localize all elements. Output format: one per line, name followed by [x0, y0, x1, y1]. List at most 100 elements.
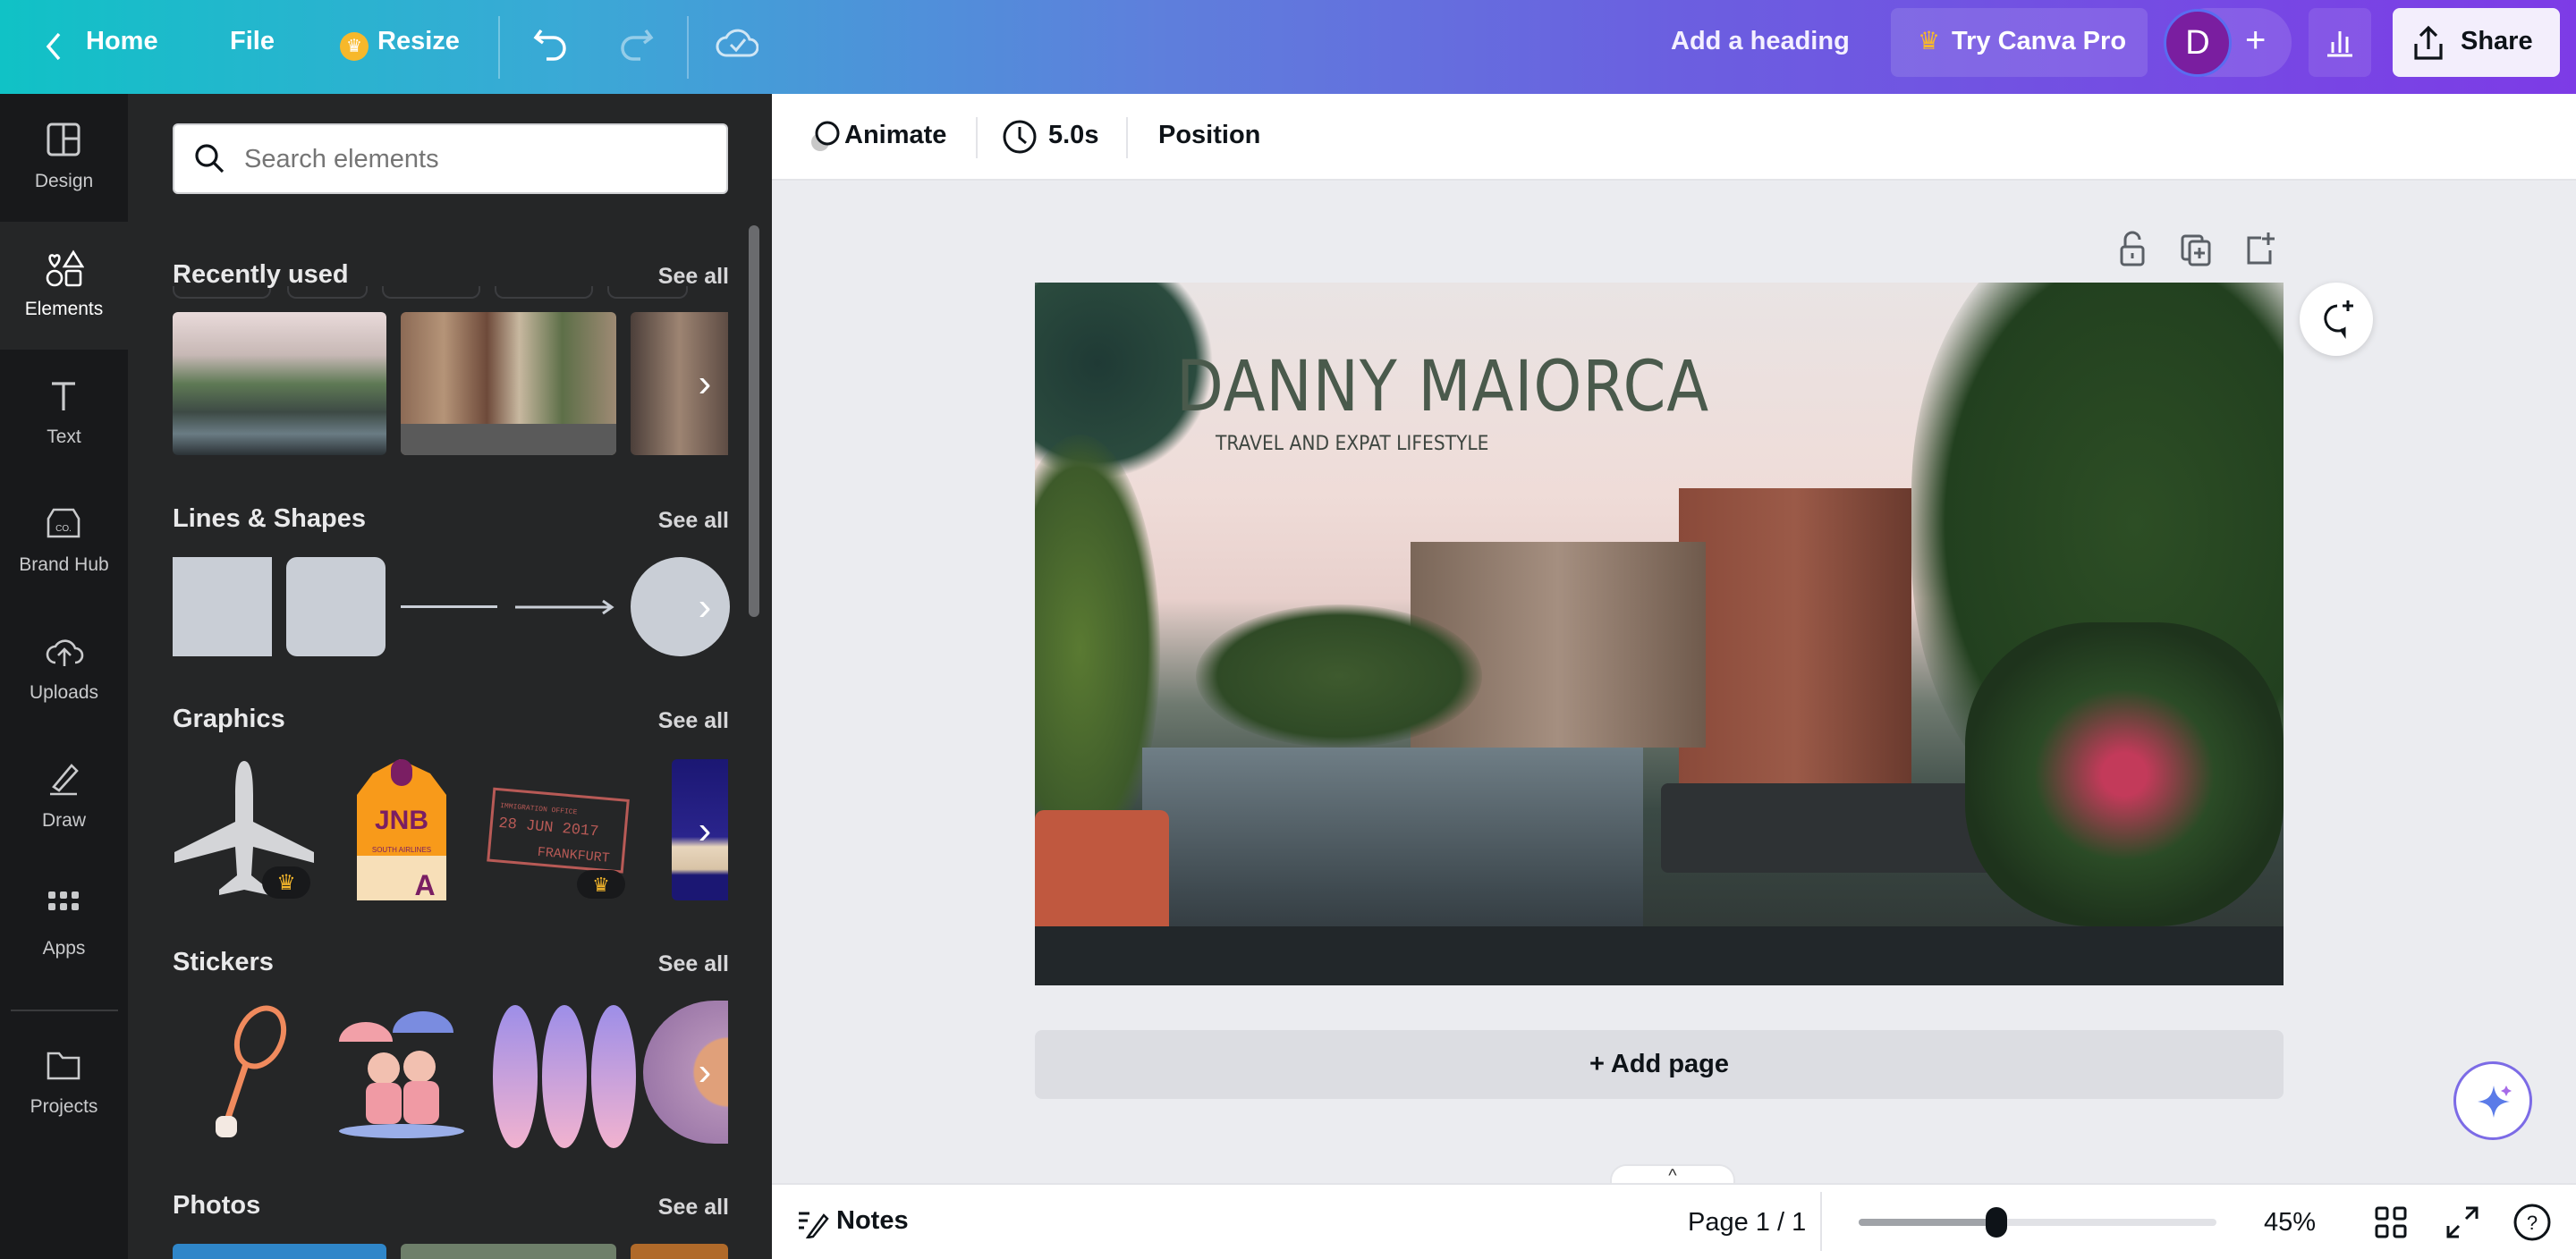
svg-text:?: ? — [2527, 1212, 2538, 1234]
see-all-stickers[interactable]: See all — [658, 951, 729, 977]
upload-icon — [2414, 25, 2443, 60]
rail-item-apps[interactable]: Apps — [0, 861, 128, 989]
shapes-icon — [46, 249, 84, 287]
position-button[interactable]: Position — [1158, 121, 1260, 150]
section-title-recent: Recently used — [173, 260, 349, 289]
svg-text:FRANKFURT: FRANKFURT — [537, 845, 610, 866]
file-menu[interactable]: File — [230, 27, 275, 56]
crown-icon: ♛ — [1918, 27, 1941, 55]
photo-thumbnail[interactable] — [173, 1244, 386, 1259]
notes-button[interactable]: Notes — [797, 1197, 922, 1247]
notes-label: Notes — [836, 1206, 909, 1235]
zoom-slider-thumb[interactable] — [1986, 1207, 2007, 1238]
photo-thumbnail[interactable] — [401, 1244, 616, 1259]
gradient-ovals-sticker[interactable] — [493, 1005, 636, 1148]
airplane-graphic[interactable]: ♛ — [173, 759, 316, 900]
try-canva-pro-button[interactable]: ♛ Try Canva Pro — [1891, 8, 2148, 77]
recent-canal-photo[interactable] — [173, 312, 386, 455]
square-shape[interactable] — [173, 557, 272, 656]
passport-stamp-graphic[interactable]: IMMIGRATION OFFICE28 JUN 2017 FRANKFURT ♛ — [486, 777, 638, 900]
tennis-racket-sticker[interactable] — [205, 1001, 294, 1145]
chevron-right-icon[interactable]: › — [687, 804, 723, 858]
folder-icon — [47, 1052, 80, 1080]
see-all-graphics[interactable]: See all — [658, 708, 729, 734]
design-title[interactable]: Add a heading — [1671, 27, 1850, 56]
design-subheading[interactable]: TRAVEL AND EXPAT LIFESTYLE — [1216, 433, 1488, 455]
luggage-tag-graphic[interactable]: JNB SOUTH AIRLINES A — [355, 759, 448, 900]
divider — [687, 16, 689, 79]
svg-text:A: A — [414, 869, 435, 900]
divider — [1126, 117, 1128, 158]
bottom-bar: Notes Page 1 / 1 45% ? — [772, 1183, 2576, 1259]
plus-icon: + — [2245, 21, 2267, 60]
section-title-stickers: Stickers — [173, 948, 274, 976]
kids-umbrella-sticker[interactable] — [330, 1006, 473, 1140]
elements-panel: Recently used See all › Lines & Shapes S… — [128, 94, 772, 1259]
design-page[interactable]: DANNY MAIORCA TRAVEL AND EXPAT LIFESTYLE — [1035, 283, 2284, 985]
redo-icon[interactable] — [615, 25, 655, 68]
svg-text:28 JUN 2017: 28 JUN 2017 — [498, 815, 599, 841]
rail-item-uploads[interactable]: Uploads — [0, 605, 128, 733]
add-comment-button[interactable] — [2300, 283, 2373, 356]
design-heading[interactable]: DANNY MAIORCA — [1176, 347, 1709, 427]
rail-item-text[interactable]: Text — [0, 350, 128, 477]
duplicate-page-icon[interactable] — [2179, 231, 2213, 266]
add-page-button[interactable]: + Add page — [1035, 1030, 2284, 1099]
see-all-photos[interactable]: See all — [658, 1195, 729, 1221]
resize-button[interactable]: ♛ Resize — [338, 18, 463, 75]
avatar[interactable]: D — [2164, 9, 2232, 77]
add-page-icon[interactable] — [2243, 231, 2277, 266]
duration-button[interactable]: 5.0s — [1000, 106, 1116, 167]
section-title-shapes: Lines & Shapes — [173, 504, 366, 533]
chevron-right-icon[interactable]: › — [687, 1045, 723, 1099]
rail-label: Design — [34, 171, 94, 191]
pen-icon — [50, 764, 79, 796]
animate-label: Animate — [844, 121, 947, 149]
share-button[interactable]: Share — [2393, 8, 2560, 77]
see-all-shapes[interactable]: See all — [658, 508, 729, 534]
rail-item-projects[interactable]: Projects — [0, 1019, 128, 1147]
rail-item-elements[interactable]: Elements — [0, 222, 128, 350]
insights-button[interactable] — [2309, 8, 2371, 77]
notes-icon — [799, 1212, 829, 1238]
zoom-percentage[interactable]: 45% — [2264, 1208, 2316, 1238]
magic-assistant-button[interactable] — [2453, 1061, 2532, 1140]
chevron-right-icon[interactable]: › — [687, 580, 723, 634]
zoom-slider[interactable] — [1859, 1207, 2216, 1238]
undo-icon[interactable] — [532, 25, 572, 68]
line-shape[interactable] — [401, 605, 497, 608]
lock-icon[interactable] — [2116, 231, 2148, 266]
section-title-photos: Photos — [173, 1191, 261, 1220]
svg-text:SOUTH AIRLINES: SOUTH AIRLINES — [372, 846, 431, 854]
cloud-saved-icon[interactable] — [716, 23, 758, 63]
rail-label: Brand Hub — [19, 554, 109, 575]
try-pro-label: Try Canva Pro — [1952, 27, 2127, 55]
search-input[interactable] — [244, 138, 709, 181]
home-button[interactable]: Home — [36, 18, 170, 75]
arrow-line-shape[interactable] — [515, 596, 615, 618]
chevron-right-icon[interactable]: › — [687, 357, 723, 410]
see-all-recent[interactable]: See all — [658, 264, 729, 290]
comment-plus-icon — [2324, 300, 2353, 339]
rail-item-design[interactable]: Design — [0, 94, 128, 222]
animate-button[interactable]: Animate — [799, 106, 969, 167]
recent-houses-photo[interactable] — [401, 312, 616, 455]
panel-scrollbar[interactable] — [749, 225, 759, 617]
page-indicator[interactable]: Page 1 / 1 — [1688, 1208, 1806, 1238]
crown-icon: ♛ — [340, 32, 369, 61]
search-box[interactable] — [173, 123, 728, 194]
rail-item-draw[interactable]: Draw — [0, 733, 128, 861]
rail-label: Draw — [41, 810, 86, 831]
photo-thumbnail[interactable] — [631, 1244, 728, 1259]
svg-text:♛: ♛ — [276, 871, 296, 895]
help-icon[interactable]: ? — [2512, 1203, 2552, 1242]
section-title-graphics: Graphics — [173, 705, 285, 733]
svg-text:IMMIGRATION OFFICE: IMMIGRATION OFFICE — [500, 802, 578, 817]
rail-item-brand-hub[interactable]: CO. Brand Hub — [0, 477, 128, 605]
fullscreen-icon[interactable] — [2445, 1204, 2480, 1240]
rail-label: Projects — [30, 1096, 98, 1117]
bar-chart-icon — [2327, 31, 2352, 57]
rail-label: Uploads — [29, 682, 99, 703]
rounded-square-shape[interactable] — [286, 557, 386, 656]
grid-view-icon[interactable] — [2373, 1204, 2409, 1240]
